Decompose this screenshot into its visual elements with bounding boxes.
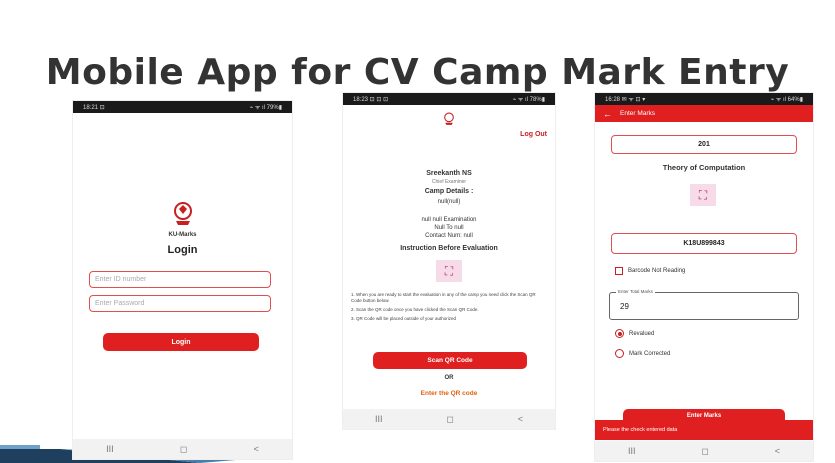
logout-link[interactable]: Log Out <box>520 131 547 138</box>
register-number-field[interactable]: K18U899843 <box>611 233 797 254</box>
radio-mark-corrected-label: Mark Corrected <box>629 350 671 357</box>
phone-enter-marks-screen: 16:28 ✉ ᯤ ⊡ ▾ ⌁ ᯤ ıl 64%▮ ← Enter Marks … <box>594 92 814 462</box>
or-text: OR <box>444 375 454 381</box>
examiner-role: Chief Examiner <box>431 179 467 185</box>
status-icons: ⌁ ᯤ ıl 64%▮ <box>770 97 803 103</box>
android-nav-bar: III ◻ < <box>343 409 555 429</box>
radio-mark-corrected[interactable]: Mark Corrected <box>615 349 670 358</box>
ku-marks-logo-icon <box>173 202 192 225</box>
radio-revalued[interactable]: Revalued <box>615 329 654 338</box>
status-icons: ⌁ ᯤ ıl 78%▮ <box>512 97 545 103</box>
instruction-item: 2. Scan the QR code once you have clicke… <box>351 307 479 312</box>
phone-camp-details-screen: 18:23 ⊡ ⊡ ⊡ ⌁ ᯤ ıl 78%▮ Log Out Sreekant… <box>342 92 556 430</box>
exam-line-1: null null Examination <box>421 217 477 223</box>
back-icon[interactable]: < <box>254 444 259 454</box>
enter-qr-code-link[interactable]: Enter the QR code <box>343 390 555 397</box>
checkbox[interactable] <box>615 267 623 275</box>
total-marks-label: Enter Total Marks <box>616 289 655 294</box>
toast-message: Please the check entered data <box>595 420 813 440</box>
radio-unselected-icon[interactable] <box>615 349 624 358</box>
home-icon[interactable]: ◻ <box>180 444 187 455</box>
phone-login-screen: 18:21 ⊡ ⌁ ᯤ ıl 79%▮ KU-Marks Login Enter… <box>72 100 293 460</box>
qr-scan-icon[interactable]: ⛶ <box>690 184 716 206</box>
status-bar: 18:21 ⊡ ⌁ ᯤ ıl 79%▮ <box>73 101 292 113</box>
barcode-label: Barcode Not Reading <box>628 268 686 274</box>
radio-revalued-label: Revalued <box>629 330 655 337</box>
status-time: 16:28 ✉ ᯤ ⊡ ▾ <box>605 97 646 103</box>
instruction-item: 3. QR Code will be placed outside of you… <box>351 316 457 321</box>
id-number-input[interactable]: Enter ID number <box>89 271 271 288</box>
subject-name: Theory of Computation <box>662 163 746 172</box>
android-nav-bar: III ◻ < <box>73 439 292 459</box>
login-button[interactable]: Login <box>103 333 259 351</box>
ku-marks-logo-icon <box>444 112 454 125</box>
paper-code-field[interactable]: 201 <box>611 135 797 154</box>
slide-title: Mobile App for CV Camp Mark Entry <box>45 52 790 93</box>
camp-details-value: null(null) <box>437 199 461 205</box>
exam-line-2: Null To null <box>434 225 464 231</box>
logo-text: KU-Marks <box>168 232 197 238</box>
examiner-name: Sreekanth NS <box>426 170 472 177</box>
back-icon[interactable]: < <box>775 446 780 456</box>
radio-selected-icon[interactable] <box>615 329 624 338</box>
status-icons: ⌁ ᯤ ıl 79%▮ <box>249 105 282 111</box>
status-bar: 18:23 ⊡ ⊡ ⊡ ⌁ ᯤ ıl 78%▮ <box>343 93 555 105</box>
android-nav-bar: III ◻ < <box>595 441 813 461</box>
header-title: Enter Marks <box>620 110 656 117</box>
exam-line-3: Contact Num: null <box>425 233 473 239</box>
status-bar: 16:28 ✉ ᯤ ⊡ ▾ ⌁ ᯤ ıl 64%▮ <box>595 93 813 105</box>
login-heading: Login <box>167 244 198 256</box>
scan-qr-button[interactable]: Scan QR Code <box>373 352 527 369</box>
app-header: ← Enter Marks <box>595 105 813 122</box>
qr-scan-icon: ⛶ <box>436 260 462 282</box>
recents-icon[interactable]: III <box>106 444 114 454</box>
recents-icon[interactable]: III <box>375 414 383 424</box>
instruction-item: 1. When you are ready to start the evalu… <box>351 292 536 303</box>
barcode-checkbox-row[interactable]: Barcode Not Reading <box>615 267 685 275</box>
instructions-heading: Instruction Before Evaluation <box>400 245 498 252</box>
status-time: 18:21 ⊡ <box>83 104 105 111</box>
back-icon[interactable]: < <box>518 414 523 424</box>
home-icon[interactable]: ◻ <box>446 414 453 425</box>
home-icon[interactable]: ◻ <box>701 446 708 457</box>
camp-details-heading: Camp Details : <box>424 188 474 195</box>
recents-icon[interactable]: III <box>628 446 636 456</box>
total-marks-value: 29 <box>620 302 629 311</box>
status-time: 18:23 ⊡ ⊡ ⊡ <box>353 96 389 103</box>
back-arrow-icon[interactable]: ← <box>603 109 612 119</box>
password-input[interactable]: Enter Password <box>89 295 271 312</box>
total-marks-input[interactable]: Enter Total Marks 29 <box>609 289 799 320</box>
